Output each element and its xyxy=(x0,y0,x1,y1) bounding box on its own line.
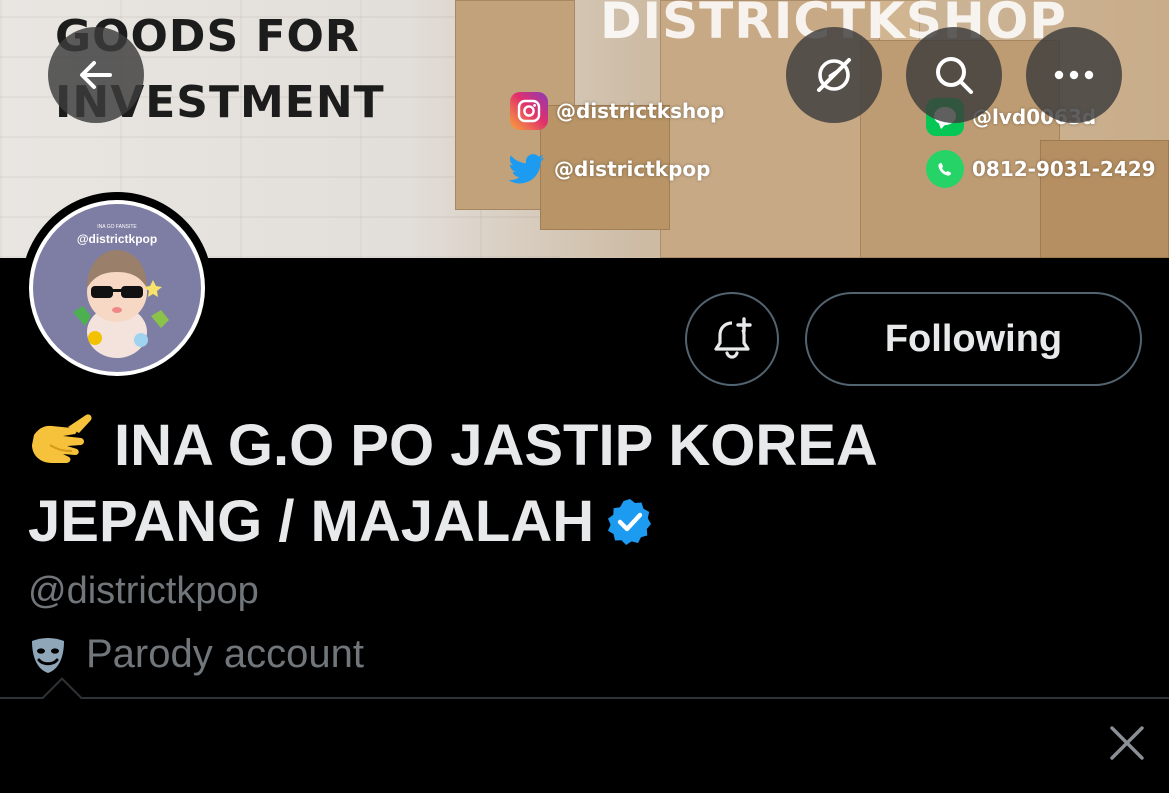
section-divider xyxy=(0,697,1169,699)
profile-handle: @districtkpop xyxy=(28,570,259,612)
avatar-character-illustration xyxy=(73,250,169,358)
search-button[interactable] xyxy=(906,27,1002,123)
tooltip-pointer xyxy=(42,677,82,717)
more-horizontal-icon xyxy=(1054,70,1094,80)
twitter-handle: @districtkpop xyxy=(554,157,711,181)
avatar-image: INA GO FANSITE @districtkpop xyxy=(33,204,201,372)
more-options-button[interactable] xyxy=(1026,27,1122,123)
parody-label: Parody account xyxy=(28,632,364,677)
twitter-bird-icon xyxy=(508,150,546,188)
grok-icon xyxy=(817,58,851,92)
whatsapp-icon xyxy=(926,150,964,188)
back-button[interactable] xyxy=(48,27,144,123)
parody-label-text: Parody account xyxy=(86,632,364,676)
notifications-button[interactable] xyxy=(685,292,779,386)
profile-screen: GOODS FOR INVESTMENT DISTRICTKSHOP @dist… xyxy=(0,0,1169,793)
instagram-handle: @districtkshop xyxy=(556,99,725,123)
banner-whatsapp: 0812-9031-2429 xyxy=(926,150,1156,188)
search-icon xyxy=(936,57,973,94)
grok-button[interactable] xyxy=(786,27,882,123)
avatar-frame: INA GO FANSITE @districtkpop xyxy=(29,200,205,376)
display-name-text: INA G.O PO JASTIP KOREA JEPANG / MAJALAH xyxy=(28,413,876,554)
call-me-hand-emoji xyxy=(32,414,92,463)
verified-badge-icon[interactable] xyxy=(606,497,654,545)
instagram-icon xyxy=(510,92,548,130)
banner-twitter: @districtkpop xyxy=(508,150,710,188)
whatsapp-number: 0812-9031-2429 xyxy=(972,157,1156,181)
bell-plus-icon xyxy=(714,317,752,359)
close-icon[interactable] xyxy=(1106,722,1148,764)
banner-instagram: @districtkshop xyxy=(510,92,724,130)
display-name: INA G.O PO JASTIP KOREA JEPANG / MAJALAH xyxy=(28,408,1028,560)
avatar[interactable]: INA GO FANSITE @districtkpop xyxy=(21,192,213,384)
arrow-left-icon xyxy=(80,61,112,89)
parody-mask-icon xyxy=(32,637,64,673)
following-button[interactable]: Following xyxy=(805,292,1142,386)
